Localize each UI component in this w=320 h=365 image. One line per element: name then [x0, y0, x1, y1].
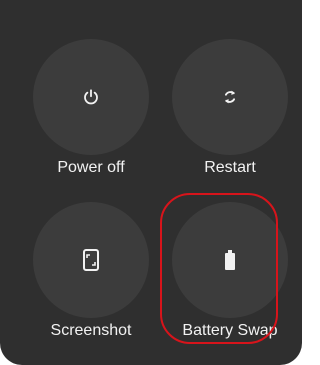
- screenshot-icon: [82, 249, 100, 271]
- power-off-button[interactable]: Power off: [33, 39, 163, 199]
- highlight-annotation: [160, 193, 278, 344]
- screenshot-label: Screenshot: [50, 322, 132, 339]
- restart-label: Restart: [204, 159, 256, 176]
- power-menu-panel: Power off Restart Screenshot Battery Swa…: [0, 0, 302, 365]
- restart-circle[interactable]: [172, 39, 288, 155]
- restart-icon: [221, 88, 239, 106]
- power-off-circle[interactable]: [33, 39, 149, 155]
- screenshot-button[interactable]: Screenshot: [33, 202, 163, 362]
- power-icon: [82, 88, 100, 106]
- screenshot-circle[interactable]: [33, 202, 149, 318]
- restart-button[interactable]: Restart: [172, 39, 302, 199]
- power-off-label: Power off: [57, 159, 125, 176]
